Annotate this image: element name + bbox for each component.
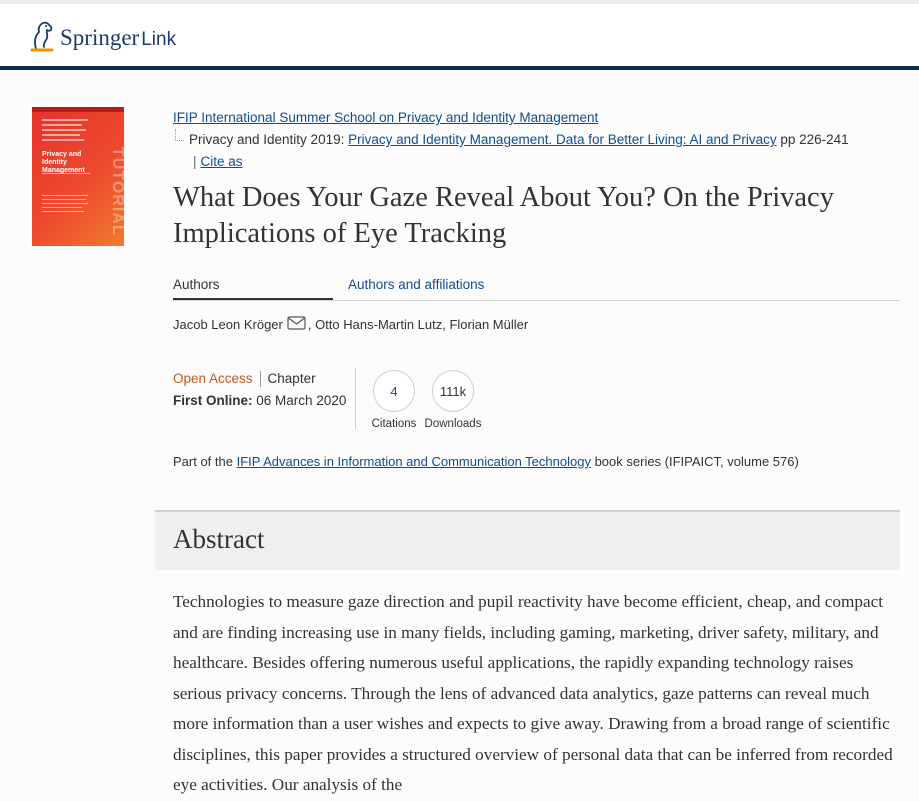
- first-online-date: 06 March 2020: [256, 393, 347, 408]
- metrics-divider: [355, 368, 356, 429]
- site-header: Springer Link: [0, 4, 919, 66]
- downloads-label: Downloads: [424, 418, 482, 430]
- page-range: pp 226-241: [780, 132, 849, 147]
- cite-row: | Cite as: [173, 151, 903, 173]
- cover-vertical-label: TUTORIAL: [109, 147, 124, 236]
- abstract-heading: Abstract: [173, 524, 265, 554]
- cover-title: Privacy and Identity Management: [42, 151, 85, 174]
- cover-description-lines: [42, 195, 92, 215]
- cover-top-bar: [32, 107, 124, 112]
- series-suffix: book series (IFIPAICT, volume 576): [594, 454, 799, 469]
- citations-metric[interactable]: 4 Citations: [371, 370, 417, 430]
- author-list: Jacob Leon Kröger , Otto Hans-Martin Lut…: [173, 316, 528, 333]
- header-bar: [0, 66, 919, 70]
- cover-subtitle-lines: [42, 173, 92, 177]
- logo-wordmark: Springer Link: [60, 25, 177, 51]
- tab-authors[interactable]: Authors: [173, 277, 333, 300]
- series-prefix: Part of the: [173, 454, 233, 469]
- book-cover[interactable]: Privacy and Identity Management TUTORIAL: [32, 107, 124, 246]
- article-meta: Open Access Chapter First Online: 06 Marc…: [173, 368, 346, 412]
- downloads-count: 111k: [432, 370, 474, 412]
- page-title: What Does Your Gaze Reveal About You? On…: [173, 182, 834, 249]
- breadcrumb: IFIP International Summer School on Priv…: [173, 107, 903, 173]
- pipe-divider: |: [193, 154, 197, 169]
- tab-authors-affiliations[interactable]: Authors and affiliations: [348, 277, 484, 292]
- book-title-link[interactable]: Privacy and Identity Management. Data fo…: [348, 132, 776, 147]
- downloads-metric: 111k Downloads: [424, 370, 482, 430]
- author-name[interactable]: Jacob Leon Kröger: [173, 317, 283, 332]
- series-link[interactable]: IFIP Advances in Information and Communi…: [237, 454, 591, 469]
- abstract-text: Technologies to measure gaze direction a…: [173, 592, 893, 794]
- email-icon[interactable]: [287, 316, 306, 333]
- content-type: Chapter: [267, 371, 316, 386]
- book-series: Part of the IFIP Advances in Information…: [173, 454, 799, 469]
- springer-horse-icon: [30, 21, 54, 52]
- conference-prefix: Privacy and Identity 2019:: [189, 132, 345, 147]
- cite-as-link[interactable]: Cite as: [201, 154, 243, 169]
- abstract-section-header: Abstract: [155, 510, 900, 570]
- cover-editors-lines: [42, 119, 92, 144]
- author-tabs: Authors Authors and affiliations: [173, 274, 900, 301]
- open-access-badge: Open Access: [173, 371, 253, 386]
- meta-divider: [259, 371, 261, 388]
- springer-link-logo[interactable]: Springer Link: [30, 20, 176, 52]
- first-online-label: First Online:: [173, 393, 253, 408]
- citations-count: 4: [373, 370, 415, 412]
- co-authors[interactable]: , Otto Hans-Martin Lutz, Florian Müller: [308, 317, 528, 332]
- book-crumb: Privacy and Identity 2019: Privacy and I…: [173, 129, 903, 151]
- citations-label: Citations: [371, 418, 417, 430]
- summer-school-link[interactable]: IFIP International Summer School on Priv…: [173, 110, 598, 125]
